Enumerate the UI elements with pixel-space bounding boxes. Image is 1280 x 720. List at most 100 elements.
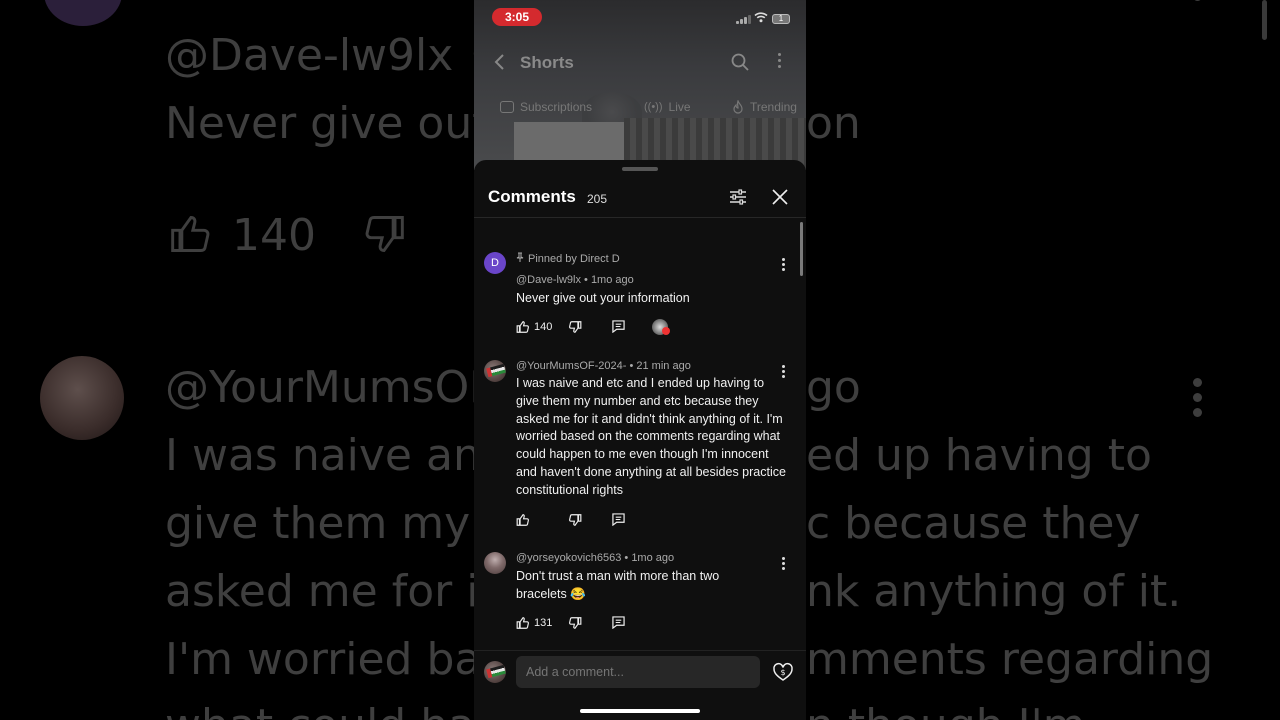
pin-icon (516, 252, 524, 265)
search-icon[interactable] (730, 52, 750, 72)
trending-icon (732, 100, 744, 114)
comment-author[interactable]: @yorseyokovich6563 (516, 552, 621, 564)
chip-label: Subscriptions (520, 100, 593, 114)
home-indicator[interactable] (580, 709, 700, 713)
more-options-icon[interactable] (776, 53, 782, 71)
wifi-icon (754, 11, 768, 23)
phone-screen: 3:05 1 Shorts Subscriptions ((•)) Live T… (474, 0, 806, 720)
comment-menu-icon[interactable] (780, 365, 786, 379)
thumbs-up-icon (516, 513, 530, 527)
bg-text: go (806, 362, 861, 413)
comment-menu-icon[interactable] (780, 557, 786, 571)
bg-dislike-icon (358, 212, 410, 256)
bg-text: give them my (165, 498, 471, 549)
bg-text: ed up having to (806, 430, 1152, 481)
add-comment-input[interactable] (516, 656, 760, 688)
reply-button[interactable] (612, 320, 625, 333)
comment-count: 205 (587, 192, 608, 206)
top-bar: Shorts (474, 46, 806, 80)
bg-text: mments regarding (806, 634, 1214, 685)
scrollbar[interactable] (800, 222, 803, 276)
like-count: 140 (534, 321, 553, 333)
reply-button[interactable] (612, 616, 625, 629)
super-thanks-icon[interactable]: $ (772, 661, 794, 683)
avatar[interactable] (484, 552, 506, 574)
comment-text: Never give out your information (516, 291, 690, 305)
comment-author[interactable]: @YourMumsOF-2024- (516, 360, 626, 372)
pinned-text: Pinned by Direct D (528, 253, 620, 265)
bg-dots (1193, 0, 1203, 7)
bg-text: 140 (232, 210, 316, 261)
bg-text: I was naive an (165, 430, 481, 481)
like-count: 131 (534, 617, 553, 629)
signal-icon (736, 14, 751, 24)
creator-heart-icon (652, 319, 670, 335)
chip-subscriptions[interactable]: Subscriptions (500, 100, 592, 114)
sort-filter-icon[interactable] (728, 187, 748, 207)
comment-time: 1mo ago (590, 274, 634, 286)
feed-chips: Subscriptions ((•)) Live Trending (474, 98, 806, 120)
live-icon: ((•)) (644, 101, 663, 113)
bg-scrollbar (1262, 0, 1267, 40)
comment-composer: $ (474, 650, 806, 720)
comment-meta: @yorseyokovich6563 • 1mo ago (516, 552, 675, 564)
bg-text: @YourMumsOF- (165, 362, 511, 413)
thumbs-up-icon (516, 616, 530, 630)
reply-icon (612, 616, 625, 629)
avatar[interactable] (484, 360, 506, 382)
chip-label: Live (668, 100, 691, 114)
thumbs-down-icon (568, 513, 582, 527)
comment-meta: @Dave-lw9lx • 1mo ago (516, 274, 634, 286)
chip-label: Trending (750, 100, 797, 114)
comment-meta: @YourMumsOF-2024- • 21 min ago (516, 360, 691, 372)
avatar[interactable]: D (484, 252, 506, 274)
screen: @Dave-lw9lx • 1 Never give out on 140 @Y… (0, 0, 1280, 720)
battery-icon: 1 (772, 14, 790, 24)
like-button[interactable]: 140 (516, 320, 552, 334)
dislike-button[interactable] (568, 616, 582, 630)
thumbs-down-icon (568, 616, 582, 630)
bg-text: nk anything of it. (806, 566, 1182, 617)
comment-text: I was naive and etc and I ended up havin… (516, 376, 786, 497)
comment-menu-icon[interactable] (780, 258, 786, 272)
like-button[interactable]: 131 (516, 616, 552, 630)
reply-button[interactable] (612, 513, 625, 526)
sheet-header: Comments 205 (474, 182, 806, 218)
bg-avatar (40, 356, 124, 440)
chip-live[interactable]: ((•)) Live (644, 100, 691, 114)
comment-text: Don't trust a man with more than two bra… (516, 569, 720, 601)
bg-text: what could ha (165, 700, 475, 720)
thumbs-up-icon (516, 320, 530, 334)
bg-text: Never give out (165, 98, 490, 149)
like-button[interactable] (516, 513, 534, 527)
dislike-button[interactable] (568, 320, 582, 334)
comment-actions: 140 (516, 319, 776, 336)
reply-icon (612, 320, 625, 333)
status-time: 3:05 (492, 8, 542, 26)
user-avatar (484, 661, 506, 683)
bg-text: c because they (806, 498, 1141, 549)
comment-author[interactable]: @Dave-lw9lx (516, 274, 581, 286)
comment-actions (516, 513, 776, 529)
close-icon[interactable] (770, 187, 790, 207)
back-icon[interactable] (490, 52, 510, 72)
bg-like-icon (165, 212, 217, 256)
chip-trending[interactable]: Trending (732, 100, 797, 114)
thumbs-down-icon (568, 320, 582, 334)
bg-dots (1193, 378, 1203, 423)
comments-sheet: Comments 205 D Pinned by Direct D @Dave-… (474, 160, 806, 720)
bg-avatar (44, 0, 122, 26)
drag-handle[interactable] (622, 167, 658, 171)
pinned-label: Pinned by Direct D (516, 252, 620, 265)
bg-text: on (806, 98, 861, 149)
comment-actions: 131 (516, 616, 776, 632)
bg-text: asked me for i (165, 566, 479, 617)
reply-icon (612, 513, 625, 526)
svg-text:$: $ (780, 668, 785, 677)
sheet-title: Comments (488, 187, 576, 206)
page-title: Shorts (520, 53, 574, 72)
comment-time: 21 min ago (636, 360, 691, 372)
dislike-button[interactable] (568, 513, 582, 527)
status-bar: 3:05 1 (474, 0, 806, 34)
bg-text: n though I'm (806, 700, 1086, 720)
